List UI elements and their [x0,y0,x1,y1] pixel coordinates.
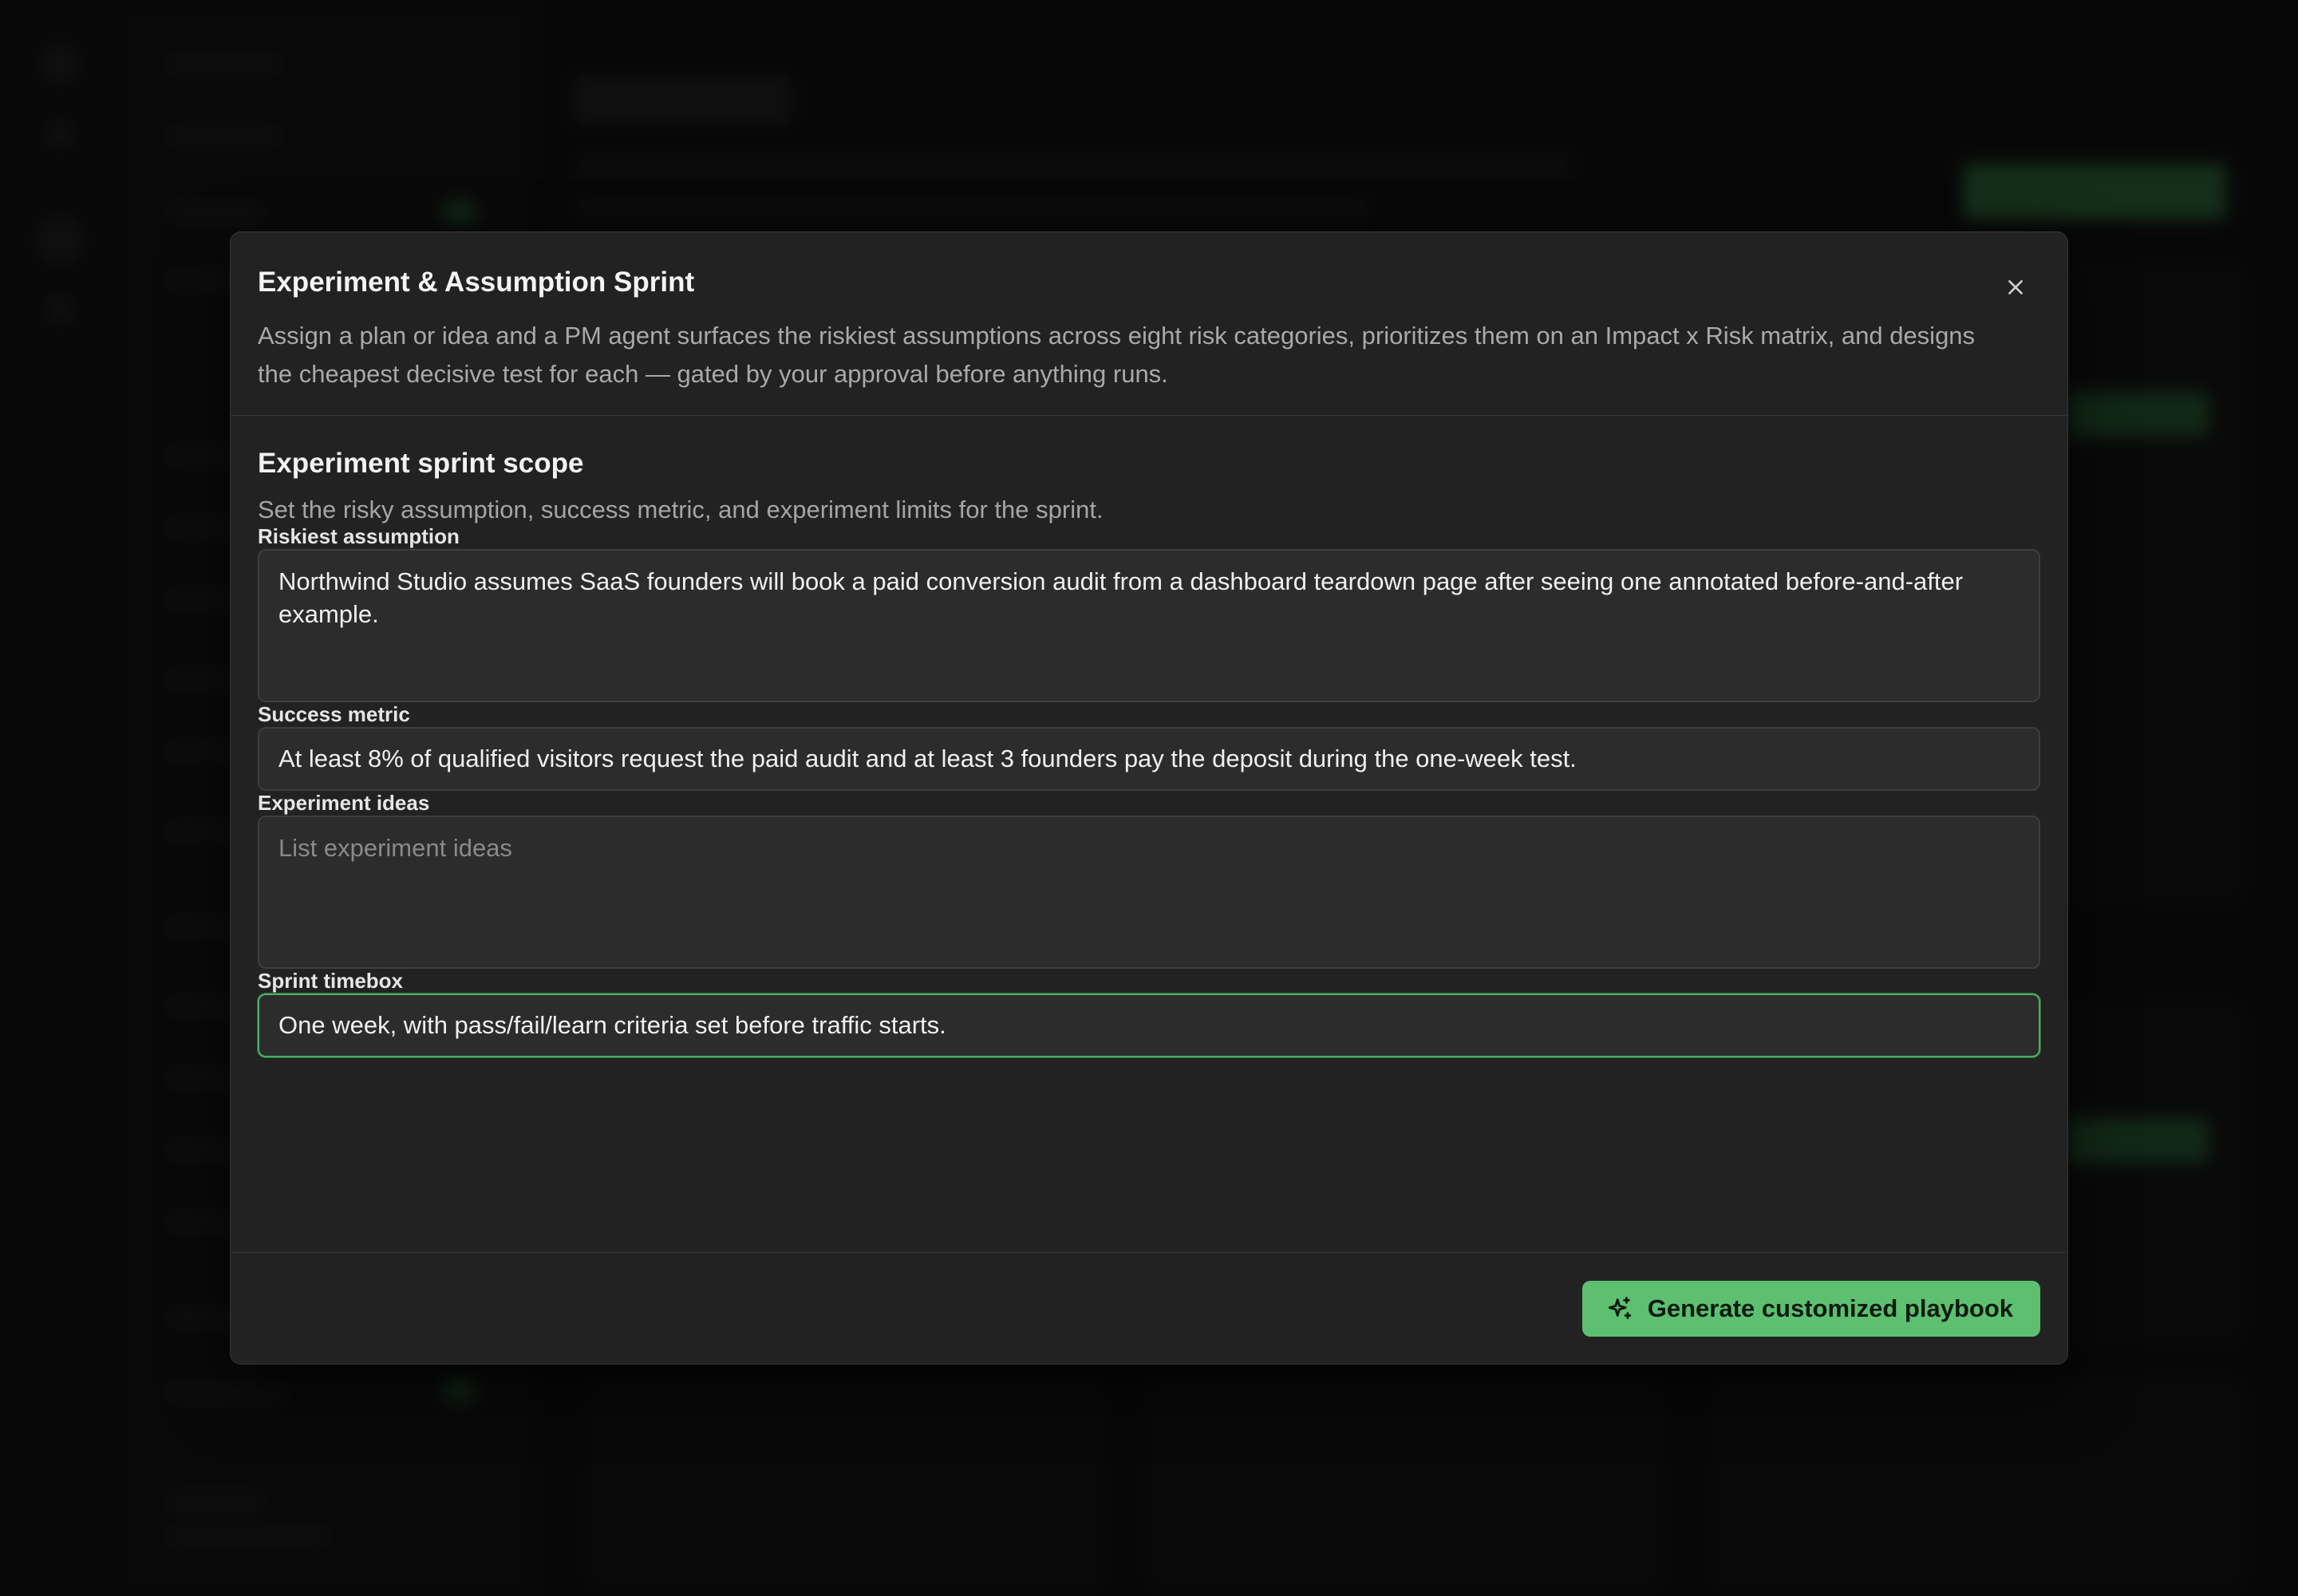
sparkles-icon [1608,1296,1631,1319]
riskiest-assumption-label: Riskiest assumption [258,524,460,548]
sprint-timebox-label: Sprint timebox [258,969,404,993]
success-metric-label: Success metric [258,702,410,726]
close-icon [2008,280,2023,294]
modal-footer: Generate customized playbook [231,1252,2067,1364]
sprint-timebox-input[interactable] [258,994,2040,1057]
section-title: Experiment sprint scope [258,448,584,479]
generate-playbook-button[interactable]: Generate customized playbook [1581,1280,2040,1337]
modal-header: Experiment & Assumption Sprint Assign a … [231,232,2067,416]
generate-playbook-label: Generate customized playbook [1647,1294,2013,1322]
experiment-ideas-textarea[interactable] [258,816,2040,969]
experiment-ideas-label: Experiment ideas [258,791,430,815]
modal-description: Assign a plan or idea and a PM agent sur… [258,322,1976,389]
riskiest-assumption-textarea[interactable]: Northwind Studio assumes SaaS founders w… [258,549,2040,702]
experiment-sprint-modal: Experiment & Assumption Sprint Assign a … [230,231,2068,1365]
modal-body: Experiment sprint scope Set the risky as… [231,416,2067,1057]
success-metric-input[interactable] [258,727,2040,791]
section-description: Set the risky assumption, success metric… [258,496,1104,523]
modal-title: Experiment & Assumption Sprint [258,267,695,298]
close-button[interactable] [1996,267,2035,307]
